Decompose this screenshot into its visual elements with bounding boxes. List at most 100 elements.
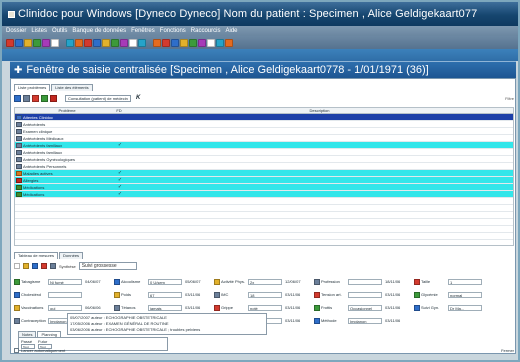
- measure-icon[interactable]: [314, 291, 320, 298]
- measure-icon[interactable]: [14, 304, 20, 311]
- header-description[interactable]: Description: [126, 108, 513, 113]
- table-row[interactable]: Antécédents Médicaux: [15, 135, 513, 142]
- letter-icon[interactable]: [138, 38, 146, 47]
- star-icon[interactable]: [198, 38, 206, 47]
- tab-liste-elements[interactable]: Liste des éléments: [51, 84, 93, 91]
- table-row[interactable]: Médications ✓: [15, 191, 513, 198]
- measure-icon[interactable]: [14, 291, 20, 298]
- copy-icon[interactable]: [51, 38, 59, 47]
- chart-icon[interactable]: [111, 38, 119, 47]
- print-icon[interactable]: [33, 38, 41, 47]
- new-icon[interactable]: [6, 38, 14, 47]
- child-window-title-bar[interactable]: ✚ Fenêtre de saisie centralisée [Specime…: [10, 61, 516, 78]
- measure-icon[interactable]: [414, 304, 420, 311]
- measure-value[interactable]: noté: [248, 304, 282, 311]
- measure-value[interactable]: 2x: [248, 278, 282, 285]
- measure-icon[interactable]: [214, 291, 220, 298]
- auto-launch-checkbox[interactable]: [14, 347, 19, 353]
- open-icon[interactable]: [15, 38, 23, 47]
- table-row[interactable]: Examen clinique: [15, 128, 513, 135]
- note-icon[interactable]: [171, 38, 179, 47]
- menu-item-dossier[interactable]: Dossier: [6, 28, 26, 34]
- measure-value[interactable]: jamais: [148, 304, 182, 311]
- consultation-select[interactable]: Consultation (patient) de médecin: [65, 94, 131, 102]
- patient-icon[interactable]: [14, 94, 21, 102]
- measure-icon[interactable]: [114, 304, 120, 311]
- table-row[interactable]: Attentes Clinidoc: [15, 114, 513, 121]
- table-row[interactable]: Maladies actives ✓: [15, 170, 513, 177]
- measure-value[interactable]: Dr Ma...: [448, 304, 482, 311]
- title-bar[interactable]: Clinidoc pour Windows [Dyneco Dyneco] No…: [2, 2, 518, 26]
- paste-icon[interactable]: [66, 38, 74, 47]
- measure-value[interactable]: 0 U/sem: [148, 278, 182, 285]
- measure-value[interactable]: 18: [248, 291, 282, 298]
- mail-icon[interactable]: [153, 38, 161, 47]
- measure-value[interactable]: [48, 291, 82, 298]
- measure-value[interactable]: Ni fumé: [48, 278, 82, 285]
- measure-icon[interactable]: [414, 278, 420, 285]
- menu-item-banque[interactable]: Banque de données: [72, 28, 126, 34]
- chart-measure-icon[interactable]: [32, 263, 38, 269]
- measure-icon[interactable]: [314, 278, 320, 285]
- measure-value[interactable]: Implanon: [348, 317, 382, 324]
- menu-item-fonctions[interactable]: Fonctions: [160, 28, 186, 34]
- table-row[interactable]: Médications ✓: [15, 184, 513, 191]
- user-icon[interactable]: [93, 38, 101, 47]
- undo-icon[interactable]: [75, 38, 83, 47]
- record-icon[interactable]: [23, 94, 30, 102]
- edit-measure-icon[interactable]: [23, 263, 29, 269]
- menu-item-raccourcis[interactable]: Raccourcis: [191, 28, 221, 34]
- sum-icon[interactable]: [41, 263, 47, 269]
- measure-value[interactable]: 67: [148, 291, 182, 298]
- menu-item-outils[interactable]: Outils: [52, 28, 67, 34]
- save-icon[interactable]: [24, 38, 32, 47]
- tab-tableau-mesures[interactable]: Tableau de mesures: [14, 252, 59, 259]
- help-icon[interactable]: [216, 38, 224, 47]
- table-row[interactable]: [15, 212, 513, 219]
- measure-value[interactable]: [348, 278, 382, 285]
- k-button[interactable]: K: [136, 95, 140, 101]
- list-icon[interactable]: [189, 38, 197, 47]
- table-row[interactable]: Antécédents: [15, 121, 513, 128]
- table-row[interactable]: [15, 226, 513, 233]
- measure-icon[interactable]: [214, 304, 220, 311]
- notes-list[interactable]: 05/07/2007 auteur : ECHOGRAPHIE OBSTETRI…: [67, 313, 267, 335]
- measure-icon[interactable]: [14, 317, 20, 324]
- calendar-icon[interactable]: [102, 38, 110, 47]
- filter-label[interactable]: Filtre: [505, 96, 514, 101]
- measure-value[interactable]: normal: [448, 291, 482, 298]
- measure-icon[interactable]: [14, 278, 20, 285]
- flag-icon[interactable]: [207, 38, 215, 47]
- measure-value[interactable]: Occasionnel: [348, 304, 382, 311]
- table-row[interactable]: Allergies ✓: [15, 177, 513, 184]
- measure-value[interactable]: [348, 291, 382, 298]
- heart-icon[interactable]: [50, 94, 57, 102]
- table-row[interactable]: [15, 198, 513, 205]
- menu-item-aide[interactable]: Aide: [225, 28, 237, 34]
- menu-item-listes[interactable]: Listes: [31, 28, 47, 34]
- table-row[interactable]: [15, 205, 513, 212]
- table-row[interactable]: Antécédents Personnels: [15, 163, 513, 170]
- image-icon[interactable]: [180, 38, 188, 47]
- new-measure-icon[interactable]: [14, 263, 20, 269]
- find-icon[interactable]: [84, 38, 92, 47]
- header-fd[interactable]: FD: [112, 108, 126, 113]
- menu-item-fenetres[interactable]: Fenêtres: [131, 28, 155, 34]
- close-button[interactable]: Fermer: [501, 348, 514, 353]
- measure-icon[interactable]: [314, 317, 320, 324]
- table-row[interactable]: Antécédents familiaux ✓: [15, 142, 513, 149]
- synthese-select[interactable]: Suivi grossesse: [78, 262, 137, 270]
- tab-donnees[interactable]: Données: [59, 252, 84, 259]
- add-icon[interactable]: [41, 94, 48, 102]
- table-row[interactable]: [15, 219, 513, 226]
- measure-icon[interactable]: [214, 278, 220, 285]
- measure-value[interactable]: oui: [48, 304, 82, 311]
- tab-liste-problemes[interactable]: Liste problèmes: [14, 84, 51, 91]
- lab-icon[interactable]: [120, 38, 128, 47]
- measure-value[interactable]: 1: [448, 278, 482, 285]
- table-row[interactable]: [15, 233, 513, 240]
- print-measure-icon[interactable]: [50, 263, 56, 269]
- exit-icon[interactable]: [225, 38, 233, 47]
- table-row[interactable]: Antécédents familiaux: [15, 149, 513, 156]
- measure-icon[interactable]: [114, 291, 120, 298]
